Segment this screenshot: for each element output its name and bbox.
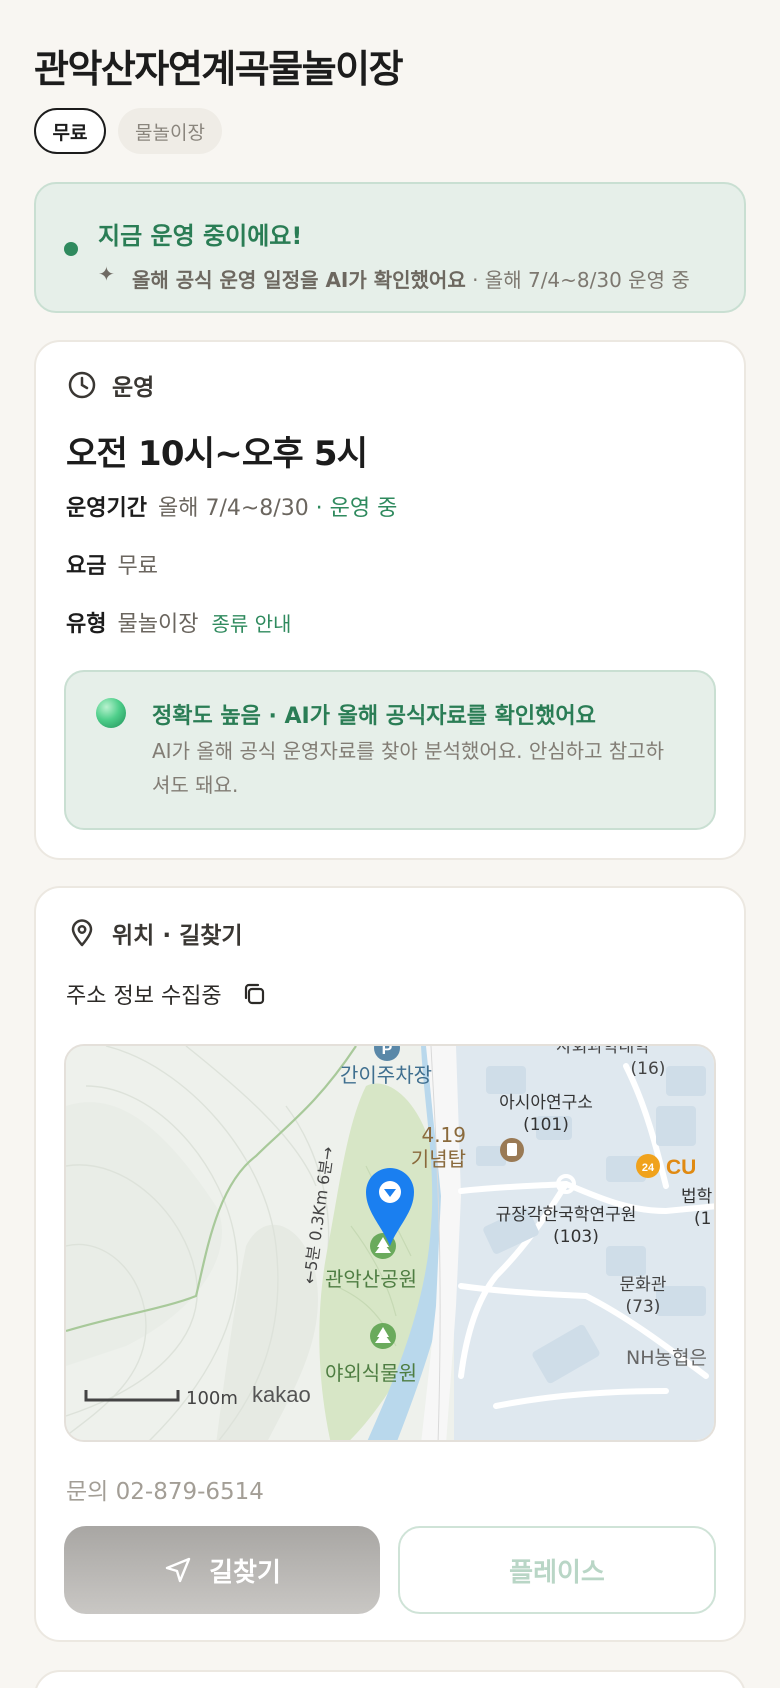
place-button[interactable]: 플레이스 (398, 1526, 716, 1614)
operating-hours: 오전 10시~오후 5시 (66, 434, 368, 474)
status-subtitle-rest: · 올해 7/4~8/30 운영 중 (465, 268, 690, 292)
page-title: 관악산자연계곡물놀이장 (34, 47, 404, 91)
period-value: 올해 7/4~8/30 (157, 496, 309, 521)
sparkle-icon: ✦ (98, 262, 115, 286)
address-row: 주소 정보 수집중 (66, 978, 268, 1010)
location-section-header: 위치 · 길찾기 (66, 916, 243, 950)
map-label-asia-number: (101) (523, 1115, 569, 1135)
map-label-nh: NH농협은 (626, 1347, 707, 1369)
type-label: 유형 (66, 612, 107, 637)
operation-section-label: 운영 (112, 375, 155, 401)
operation-card: 운영 오전 10시~오후 5시 운영기간 올해 7/4~8/30 · 운영 중 … (34, 340, 746, 860)
fee-label: 요금 (66, 554, 107, 579)
type-row: 유형 물놀이장 종류 안내 (66, 606, 291, 638)
map-label-law-number: (1 (694, 1209, 711, 1229)
route-button-label: 길찾기 (209, 1557, 281, 1588)
map-cu-icon-text: 24 (642, 1162, 655, 1174)
map-label-law: 법학 (681, 1187, 713, 1207)
map-label-kyujang: 규장각한국학연구원 (496, 1205, 637, 1225)
map-label-garden: 야외식물원 (325, 1361, 417, 1385)
ai-accuracy-description: AI가 올해 공식 운영자료를 찾아 분석했어요. 안심하고 참고하셔도 돼요. (152, 739, 665, 797)
period-status: · 운영 중 (308, 496, 398, 521)
route-button[interactable]: 길찾기 (64, 1526, 380, 1614)
map-label-cu: CU (666, 1156, 696, 1179)
map-label-memorial: 기념탑 (411, 1147, 466, 1171)
map-label-top-building: 사회과학대학 (556, 1046, 650, 1057)
map-label-memorial-number: 4.19 (421, 1123, 466, 1147)
map-label-parking: 간이주차장 (340, 1063, 432, 1087)
map-view[interactable]: P 간이주차장 사회과학대학 (16) 아시아연구소 (101) 4.19 기념… (64, 1044, 716, 1442)
ai-accuracy-box: 정확도 높음 · AI가 올해 공식자료를 확인했어요 AI가 올해 공식 운영… (64, 670, 716, 830)
operation-section-header: 운영 (66, 368, 154, 402)
next-card (34, 1670, 746, 1688)
clock-icon (68, 371, 96, 399)
map-label-munhwa-number: (73) (626, 1297, 661, 1317)
status-subtitle-bold: 올해 공식 운영 일정을 AI가 확인했어요 (132, 268, 466, 292)
map-scale-label: 100m (186, 1388, 238, 1409)
fee-value: 무료 (117, 554, 158, 579)
ai-accuracy-title: 정확도 높음 · AI가 올해 공식자료를 확인했어요 (152, 704, 596, 729)
type-value: 물놀이장 (117, 612, 199, 637)
ai-orb-icon (96, 698, 126, 728)
type-guide-link[interactable]: 종류 안내 (211, 612, 291, 636)
status-dot-icon (64, 242, 78, 256)
period-label: 운영기간 (66, 496, 147, 521)
status-subtitle: 올해 공식 운영 일정을 AI가 확인했어요 · 올해 7/4~8/30 운영 … (132, 264, 690, 293)
location-section-label: 위치 · 길찾기 (112, 923, 243, 949)
location-pin-icon (71, 919, 93, 947)
phone-inquiry[interactable]: 문의 02-879-6514 (66, 1472, 264, 1506)
status-banner: 지금 운영 중이에요! ✦ 올해 공식 운영 일정을 AI가 확인했어요 · 올… (34, 182, 746, 313)
map-label-asia: 아시아연구소 (499, 1093, 593, 1113)
map-canvas[interactable]: P 간이주차장 사회과학대학 (16) 아시아연구소 (101) 4.19 기념… (66, 1046, 716, 1442)
map-label-park: 관악산공원 (325, 1267, 417, 1291)
copy-icon[interactable] (240, 980, 268, 1008)
status-title: 지금 운영 중이에요! (98, 222, 303, 250)
navigation-arrow-icon (165, 1557, 191, 1583)
location-card: 위치 · 길찾기 주소 정보 수집중 P 간이주차장 사회과학대학 (16) 아… (34, 886, 746, 1642)
type-chip[interactable]: 물놀이장 (118, 108, 222, 154)
map-brand-logo: kakao (252, 1382, 311, 1407)
map-label-top-building-number: (16) (631, 1059, 666, 1079)
period-row: 운영기간 올해 7/4~8/30 · 운영 중 (66, 490, 397, 522)
map-label-munhwa: 문화관 (620, 1275, 667, 1295)
map-label-kyujang-number: (103) (553, 1227, 599, 1247)
fee-row: 요금 무료 (66, 548, 158, 580)
map-parking-icon-text: P (382, 1046, 393, 1058)
address-text: 주소 정보 수집중 (66, 984, 222, 1009)
fee-chip[interactable]: 무료 (34, 108, 106, 154)
